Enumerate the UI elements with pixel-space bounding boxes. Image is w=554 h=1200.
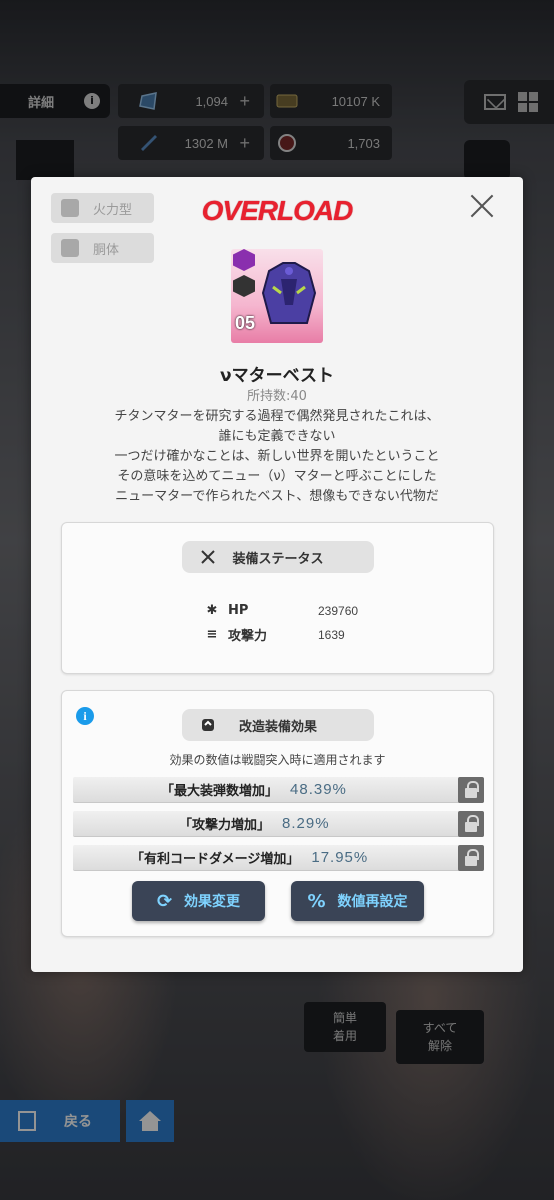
reset-values-label: 数値再設定: [337, 894, 408, 910]
hp-row: ✱ HP 239760: [204, 603, 359, 618]
description-line: 誰にも定義できない: [218, 429, 336, 444]
effect-row: 「最大装弾数増加」 48.39%: [73, 777, 484, 803]
overload-title: 改造装備効果: [238, 719, 317, 735]
info-icon[interactable]: i: [76, 707, 94, 725]
effects-note: 効果の数値は戦闘突入時に適用されます: [169, 753, 386, 767]
lock-icon[interactable]: [458, 811, 484, 837]
effect-name: 「最大装弾数増加」: [161, 784, 279, 799]
reset-values-button[interactable]: % 数値再設定: [291, 881, 424, 921]
status-panel: 装備ステータス ✱ HP 239760 ≡ 攻撃力 1639: [61, 522, 494, 674]
description-line: その意味を込めてニュー（ν）マターと呼ぶことにした: [117, 469, 437, 484]
rarity-icon: [233, 249, 255, 271]
description-line: チタンマターを研究する過程で偶然発見されたこれは、: [114, 409, 440, 424]
effect-row: 「攻撃力増加」 8.29%: [73, 811, 484, 837]
tier-label: 05: [235, 313, 256, 333]
attack-value: 1639: [318, 627, 345, 642]
slot-tag: 胴体: [51, 233, 154, 263]
effect-row: 「有利コードダメージ増加」 17.95%: [73, 845, 484, 871]
effect-name: 「有利コードダメージ増加」: [131, 852, 300, 867]
attack-icon: ≡: [206, 627, 218, 642]
overload-icon: [202, 719, 214, 731]
percent-icon: %: [307, 890, 326, 912]
slot-tag-label: 胴体: [93, 242, 120, 258]
lock-icon[interactable]: [458, 845, 484, 871]
overload-effects-panel: i 改造装備効果 効果の数値は戦闘突入時に適用されます 「最大装弾数増加」 48…: [61, 690, 494, 937]
change-effect-button[interactable]: ⟳ 効果変更: [132, 881, 265, 921]
description-line: ニューマターで作られたベスト、想像もできない代物だ: [115, 489, 439, 504]
manufacturer-icon: [233, 275, 255, 297]
effect-value: 48.39%: [290, 781, 347, 798]
status-title: 装備ステータス: [232, 551, 324, 567]
attack-label: 攻撃力: [228, 629, 268, 644]
lock-icon[interactable]: [458, 777, 484, 803]
overload-header: OVERLOAD: [201, 195, 354, 226]
overload-title-pill: 改造装備効果: [182, 709, 374, 741]
effect-value: 17.95%: [311, 849, 369, 866]
hp-icon: ✱: [206, 603, 218, 618]
crossed-swords-icon: [201, 550, 215, 564]
effect-value: 8.29%: [282, 815, 330, 832]
effect-name: 「攻撃力増加」: [179, 818, 271, 833]
attack-row: ≡ 攻撃力 1639: [204, 625, 345, 644]
vest-icon: [261, 262, 317, 324]
owned-count: 所持数:40: [247, 389, 307, 404]
hp-value: 239760: [318, 603, 359, 618]
close-icon[interactable]: [469, 193, 495, 219]
description-line: 一つだけ確かなことは、新しい世界を開いたということ: [114, 449, 440, 464]
hp-label: HP: [228, 603, 249, 618]
status-title-pill: 装備ステータス: [182, 541, 374, 573]
equipment-detail-modal: 火力型 胴体 OVERLOAD 05 νマターベスト 所持数:40 チタンマター…: [31, 177, 523, 972]
change-effect-label: 効果変更: [184, 894, 241, 910]
item-name: νマターベスト: [220, 366, 334, 386]
refresh-icon: ⟳: [156, 890, 173, 912]
body-slot-icon: [61, 239, 79, 257]
item-image: 05: [231, 249, 323, 343]
item-description: チタンマターを研究する過程で偶然発見されたこれは、 誰にも定義できない 一つだけ…: [31, 407, 523, 507]
